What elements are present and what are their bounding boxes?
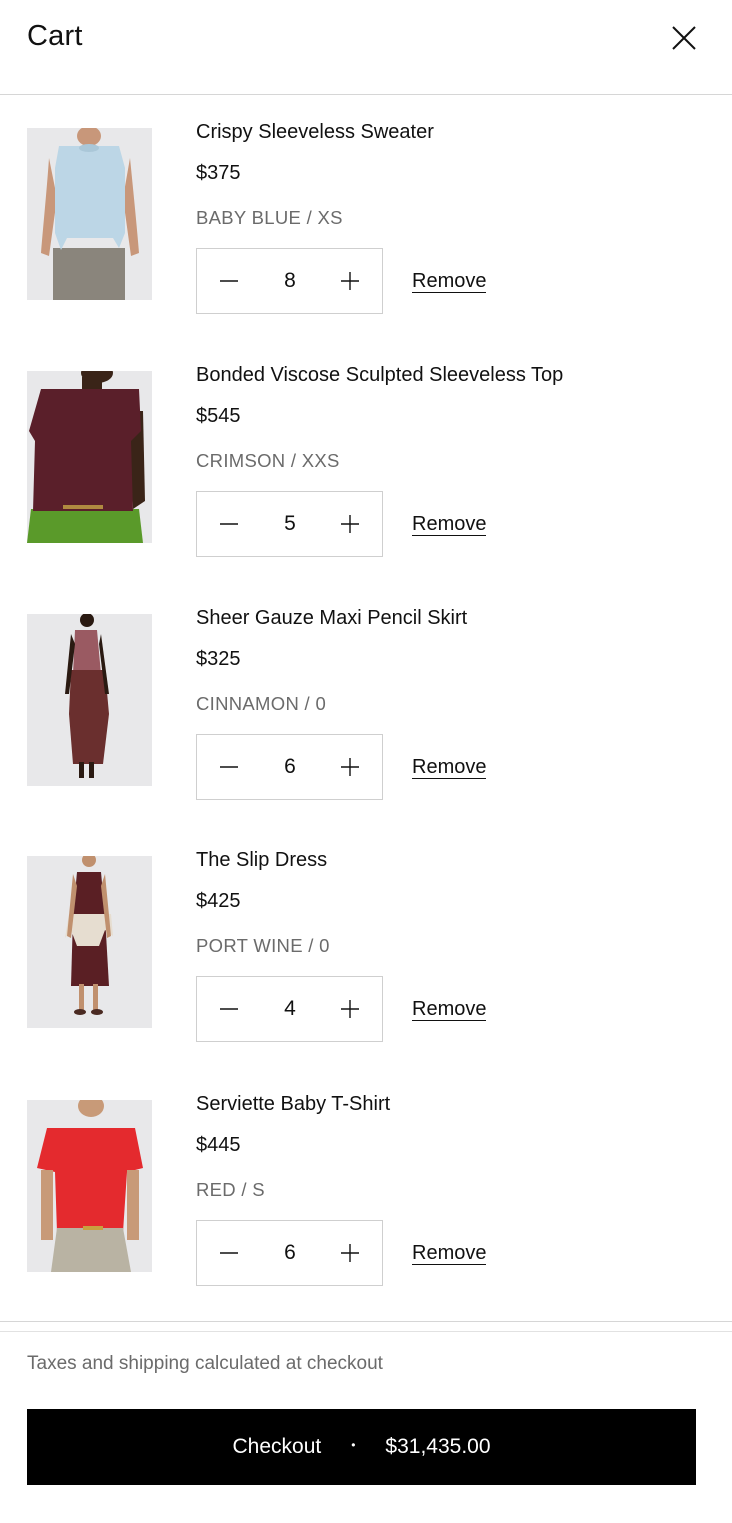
checkout-total: $31,435.00	[385, 1435, 491, 1458]
divider	[0, 1321, 732, 1322]
minus-icon[interactable]	[217, 997, 241, 1021]
quantity-stepper: 5	[196, 491, 383, 557]
product-image[interactable]	[27, 1100, 152, 1272]
product-name[interactable]: Sheer Gauze Maxi Pencil Skirt	[196, 607, 467, 630]
product-price: $375	[196, 162, 241, 184]
product-price: $445	[196, 1134, 241, 1156]
cart-item: Sheer Gauze Maxi Pencil Skirt $325 CINNA…	[0, 580, 732, 800]
checkout-note: Taxes and shipping calculated at checkou…	[27, 1353, 383, 1374]
remove-button[interactable]: Remove	[412, 998, 487, 1021]
plus-icon[interactable]	[338, 1241, 362, 1265]
quantity-stepper: 6	[196, 734, 383, 800]
cart-item: Crispy Sleeveless Sweater $375 BABY BLUE…	[0, 94, 732, 314]
checkout-button[interactable]: Checkout • $31,435.00	[27, 1409, 696, 1485]
quantity-stepper: 4	[196, 976, 383, 1042]
plus-icon[interactable]	[338, 269, 362, 293]
product-image[interactable]	[27, 614, 152, 786]
product-image[interactable]	[27, 371, 152, 543]
quantity-value: 6	[284, 755, 296, 778]
minus-icon[interactable]	[217, 1241, 241, 1265]
product-variant: CINNAMON / 0	[196, 693, 327, 714]
product-image[interactable]	[27, 856, 152, 1028]
product-variant: CRIMSON / XXS	[196, 450, 340, 471]
product-image[interactable]	[27, 128, 152, 300]
product-name[interactable]: The Slip Dress	[196, 849, 327, 872]
remove-button[interactable]: Remove	[412, 756, 487, 779]
minus-icon[interactable]	[217, 269, 241, 293]
quantity-value: 8	[284, 269, 296, 292]
plus-icon[interactable]	[338, 512, 362, 536]
product-price: $425	[196, 890, 241, 912]
product-price: $545	[196, 405, 241, 427]
cart-header: Cart	[0, 0, 732, 95]
product-name[interactable]: Serviette Baby T-Shirt	[196, 1093, 390, 1116]
plus-icon[interactable]	[338, 997, 362, 1021]
close-icon[interactable]	[668, 22, 700, 54]
remove-button[interactable]: Remove	[412, 270, 487, 293]
checkout-label: Checkout	[232, 1435, 322, 1458]
cart-title: Cart	[27, 20, 83, 52]
product-variant: RED / S	[196, 1179, 265, 1200]
quantity-value: 6	[284, 1241, 296, 1264]
product-name[interactable]: Crispy Sleeveless Sweater	[196, 121, 434, 144]
quantity-stepper: 6	[196, 1220, 383, 1286]
quantity-value: 5	[284, 512, 296, 535]
product-variant: BABY BLUE / XS	[196, 207, 343, 228]
product-name[interactable]: Bonded Viscose Sculpted Sleeveless Top	[196, 364, 563, 387]
minus-icon[interactable]	[217, 512, 241, 536]
cart-item: Bonded Viscose Sculpted Sleeveless Top $…	[0, 337, 732, 557]
plus-icon[interactable]	[338, 755, 362, 779]
quantity-stepper: 8	[196, 248, 383, 314]
quantity-value: 4	[284, 997, 296, 1020]
product-variant: PORT WINE / 0	[196, 935, 330, 956]
separator-dot: •	[351, 1438, 356, 1453]
cart-item: Serviette Baby T-Shirt $445 RED / S 6 Re…	[0, 1066, 732, 1286]
cart-item: The Slip Dress $425 PORT WINE / 0 4 Remo…	[0, 822, 732, 1042]
remove-button[interactable]: Remove	[412, 1242, 487, 1265]
remove-button[interactable]: Remove	[412, 513, 487, 536]
product-price: $325	[196, 648, 241, 670]
divider	[0, 1331, 732, 1332]
minus-icon[interactable]	[217, 755, 241, 779]
